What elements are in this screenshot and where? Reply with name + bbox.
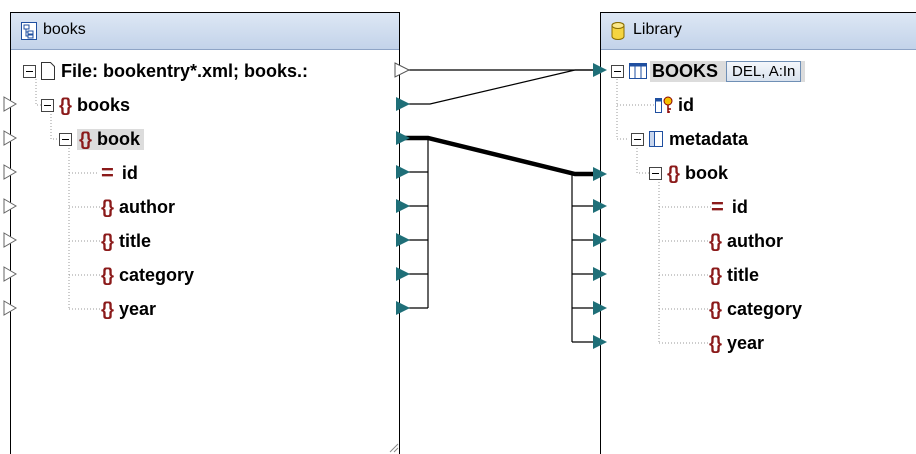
file-icon <box>41 62 55 80</box>
table-action-button[interactable]: DEL, A:In <box>726 60 802 82</box>
tree-item-title[interactable]: {} title <box>101 226 151 256</box>
source-component-books[interactable]: books File: bookentry*.xml; books.: {} b… <box>10 12 400 454</box>
tree-item-year[interactable]: {} year <box>709 328 764 358</box>
tree-item-label: category <box>727 298 803 319</box>
column-row-metadata[interactable]: metadata <box>631 124 748 154</box>
tree-item-label: title <box>727 264 760 285</box>
connection-book-book[interactable] <box>405 135 598 177</box>
tree-item-label: year <box>727 332 765 353</box>
file-row[interactable]: File: bookentry*.xml; books.: <box>23 56 308 86</box>
collapse-toggle[interactable] <box>41 98 54 112</box>
tree-item-label: book <box>97 128 141 149</box>
tree-item-label: year <box>119 298 157 319</box>
attribute-icon: = <box>711 194 724 219</box>
column-label: metadata <box>669 128 749 149</box>
connection-books-table[interactable] <box>405 69 598 105</box>
target-component-library[interactable]: Library BOOKS DEL, A:In id metadata {} b… <box>600 12 916 454</box>
element-icon: {} <box>101 196 114 217</box>
tree-item-book[interactable]: {} book <box>59 124 145 154</box>
element-icon: {} <box>709 264 722 285</box>
tree-item-id[interactable]: = id <box>101 158 138 188</box>
tree-item-author[interactable]: {} author <box>101 192 175 222</box>
element-icon: {} <box>709 298 722 319</box>
tree-item-label: id <box>731 196 748 217</box>
element-icon: {} <box>101 298 114 319</box>
element-icon: {} <box>101 264 114 285</box>
tree-item-label: author <box>119 196 176 217</box>
tree-item-label: book <box>685 162 729 183</box>
tree-item-author[interactable]: {} author <box>709 226 783 256</box>
connection-children-right <box>571 174 598 343</box>
tree-item-books[interactable]: {} books <box>41 90 130 120</box>
collapse-toggle[interactable] <box>23 64 36 78</box>
attribute-icon: = <box>101 160 114 185</box>
tree-item-category[interactable]: {} category <box>709 294 802 324</box>
table-label: BOOKS <box>652 60 719 81</box>
resize-grip-icon[interactable] <box>387 441 399 453</box>
file-label: File: bookentry*.xml; books.: <box>61 60 309 81</box>
connection-children-left <box>405 138 429 309</box>
collapse-toggle[interactable] <box>611 64 624 78</box>
element-icon: {} <box>709 332 722 353</box>
column-label: id <box>678 94 694 115</box>
element-icon: {} <box>101 230 114 251</box>
tree-item-title[interactable]: {} title <box>709 260 759 290</box>
tree-item-label: author <box>727 230 784 251</box>
column-icon <box>649 131 663 147</box>
primary-key-icon <box>655 96 673 113</box>
collapse-toggle[interactable] <box>59 132 72 146</box>
tree-item-book[interactable]: {} book <box>649 158 728 188</box>
table-icon <box>629 63 647 79</box>
element-icon: {} <box>59 94 72 115</box>
tree-item-label: id <box>121 162 138 183</box>
tree-item-id[interactable]: = id <box>711 192 748 222</box>
element-icon: {} <box>79 128 92 149</box>
element-icon: {} <box>709 230 722 251</box>
column-row-id[interactable]: id <box>655 90 694 120</box>
collapse-toggle[interactable] <box>649 166 662 180</box>
element-icon: {} <box>667 162 680 183</box>
tree-item-label: title <box>119 230 152 251</box>
table-row-books[interactable]: BOOKS DEL, A:In <box>611 56 806 86</box>
tree-item-category[interactable]: {} category <box>101 260 194 290</box>
tree-item-label: books <box>77 94 131 115</box>
collapse-toggle[interactable] <box>631 132 644 146</box>
tree-item-year[interactable]: {} year <box>101 294 156 324</box>
tree-item-label: category <box>119 264 195 285</box>
